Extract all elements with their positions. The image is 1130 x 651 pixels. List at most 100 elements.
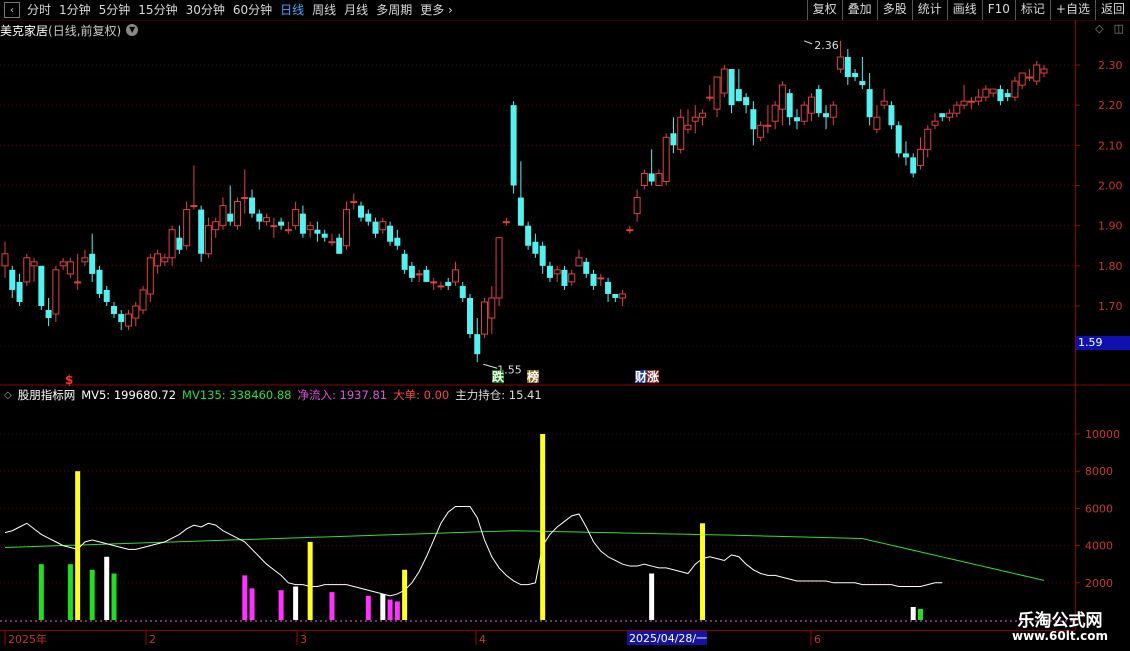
candle-body-down bbox=[605, 281, 612, 294]
candle-body-down bbox=[474, 334, 481, 355]
volume-bar bbox=[649, 573, 655, 620]
candle-body-up bbox=[800, 104, 808, 122]
volume-bar bbox=[242, 575, 248, 620]
volume-bar bbox=[75, 471, 81, 620]
candle-body-up bbox=[691, 116, 699, 122]
candle-body-down bbox=[844, 56, 851, 78]
candle-body-down bbox=[118, 314, 125, 323]
candle-body-down bbox=[852, 73, 859, 78]
candle-body-up bbox=[699, 112, 707, 118]
candle-body-down bbox=[336, 237, 343, 254]
candle-body-up bbox=[757, 124, 765, 138]
candle-body-up bbox=[916, 148, 924, 166]
candle-body-up bbox=[597, 277, 605, 280]
candle-body-up bbox=[241, 197, 249, 200]
candle-body-up bbox=[139, 289, 147, 311]
candle-body-down bbox=[408, 265, 415, 278]
candle-body-up bbox=[837, 56, 845, 70]
indicator-name: 股朋指标网 bbox=[17, 388, 76, 402]
candle-body-down bbox=[365, 213, 372, 222]
event-marker: 涨 bbox=[647, 369, 659, 384]
candle-body-down bbox=[358, 205, 365, 218]
volume-bar bbox=[365, 595, 371, 620]
candle-body-up bbox=[975, 96, 983, 102]
candle-body-down bbox=[939, 113, 946, 118]
candle-body-up bbox=[52, 269, 60, 315]
candle-body-up bbox=[430, 281, 438, 284]
candle-body-down bbox=[96, 269, 103, 294]
candle-body-down bbox=[401, 253, 408, 270]
candle-body-up bbox=[764, 124, 772, 127]
candle-body-down bbox=[394, 237, 401, 246]
candle-body-up bbox=[328, 241, 336, 244]
candle-body-up bbox=[502, 221, 510, 224]
candle-body-up bbox=[234, 201, 242, 227]
candle-body-down bbox=[89, 253, 96, 274]
ind-tick-label: 2000 bbox=[1085, 577, 1113, 590]
volume-bar bbox=[293, 586, 299, 620]
collapse-icon[interactable]: ◇ bbox=[4, 390, 12, 401]
volume-bar bbox=[67, 564, 73, 620]
candle-body-up bbox=[931, 120, 939, 126]
candle-body-down bbox=[997, 89, 1004, 102]
volume-bar bbox=[910, 606, 916, 620]
price-tick-label: 2.10 bbox=[1098, 139, 1123, 152]
main-position-label: 主力持仓: 15.41 bbox=[455, 388, 542, 402]
candle-body-down bbox=[895, 125, 902, 154]
candle-body-down bbox=[227, 213, 234, 222]
candle-body-down bbox=[372, 221, 379, 234]
candle-body-up bbox=[924, 128, 932, 150]
big-order-label: 大单: 0.00 bbox=[393, 388, 450, 402]
date-axis bbox=[0, 630, 1075, 651]
price-tick-label: 2.00 bbox=[1098, 180, 1123, 193]
candle-body-up bbox=[960, 100, 968, 106]
candle-body-up bbox=[619, 293, 627, 299]
candle-body-down bbox=[910, 157, 917, 174]
ind-tick-label: 6000 bbox=[1085, 502, 1113, 515]
ind-tick-label: 10000 bbox=[1085, 428, 1120, 441]
event-marker: 财 bbox=[634, 369, 647, 384]
candle-body-down bbox=[110, 306, 117, 315]
candle-body-down bbox=[888, 105, 895, 126]
kline-chart[interactable]: 2.302.202.102.001.901.801.70 2.361.55$ 跌榜… bbox=[0, 0, 1130, 650]
candle-body-up bbox=[771, 104, 779, 122]
candle-body-up bbox=[154, 253, 162, 267]
candle-body-up bbox=[132, 305, 140, 319]
candle-body-up bbox=[379, 221, 387, 231]
candle-body-up bbox=[706, 96, 714, 99]
candle-body-up bbox=[59, 261, 67, 267]
candle-body-up bbox=[219, 205, 227, 227]
candle-body-up bbox=[989, 88, 997, 94]
candle-body-down bbox=[16, 281, 23, 302]
candle-body-down bbox=[517, 197, 524, 226]
candle-body-up bbox=[553, 269, 561, 275]
price-tick-label: 1.80 bbox=[1098, 260, 1123, 273]
candle-body-up bbox=[146, 257, 154, 295]
candle-body-up bbox=[946, 112, 954, 118]
candle-body-down bbox=[278, 221, 285, 226]
candle-body-down bbox=[9, 269, 16, 290]
current-price-tag: 1.59 bbox=[1076, 336, 1130, 350]
volume-bar bbox=[540, 434, 546, 620]
candle-body-up bbox=[495, 237, 503, 299]
candle-body-up bbox=[1025, 76, 1033, 79]
volume-bar bbox=[38, 564, 44, 620]
candle-body-up bbox=[626, 229, 634, 232]
mv5-line bbox=[4, 506, 943, 597]
volume-bar bbox=[387, 599, 393, 620]
candle-body-up bbox=[1033, 64, 1041, 82]
price-tick-label: 2.20 bbox=[1098, 99, 1123, 112]
candle-body-down bbox=[815, 89, 822, 114]
candle-body-down bbox=[612, 293, 619, 298]
volume-bar bbox=[111, 573, 117, 620]
candle-body-down bbox=[670, 133, 677, 146]
candle-body-down bbox=[786, 93, 793, 118]
candle-body-down bbox=[510, 105, 517, 186]
candle-body-down bbox=[445, 281, 452, 286]
net-inflow-label: 净流入: 1937.81 bbox=[297, 388, 388, 402]
ind-tick-label: 8000 bbox=[1085, 465, 1113, 478]
candle-body-up bbox=[270, 225, 278, 228]
mv135-label: MV135: 338460.88 bbox=[182, 388, 292, 402]
candle-body-up bbox=[212, 221, 220, 231]
high-pointer bbox=[804, 40, 813, 45]
